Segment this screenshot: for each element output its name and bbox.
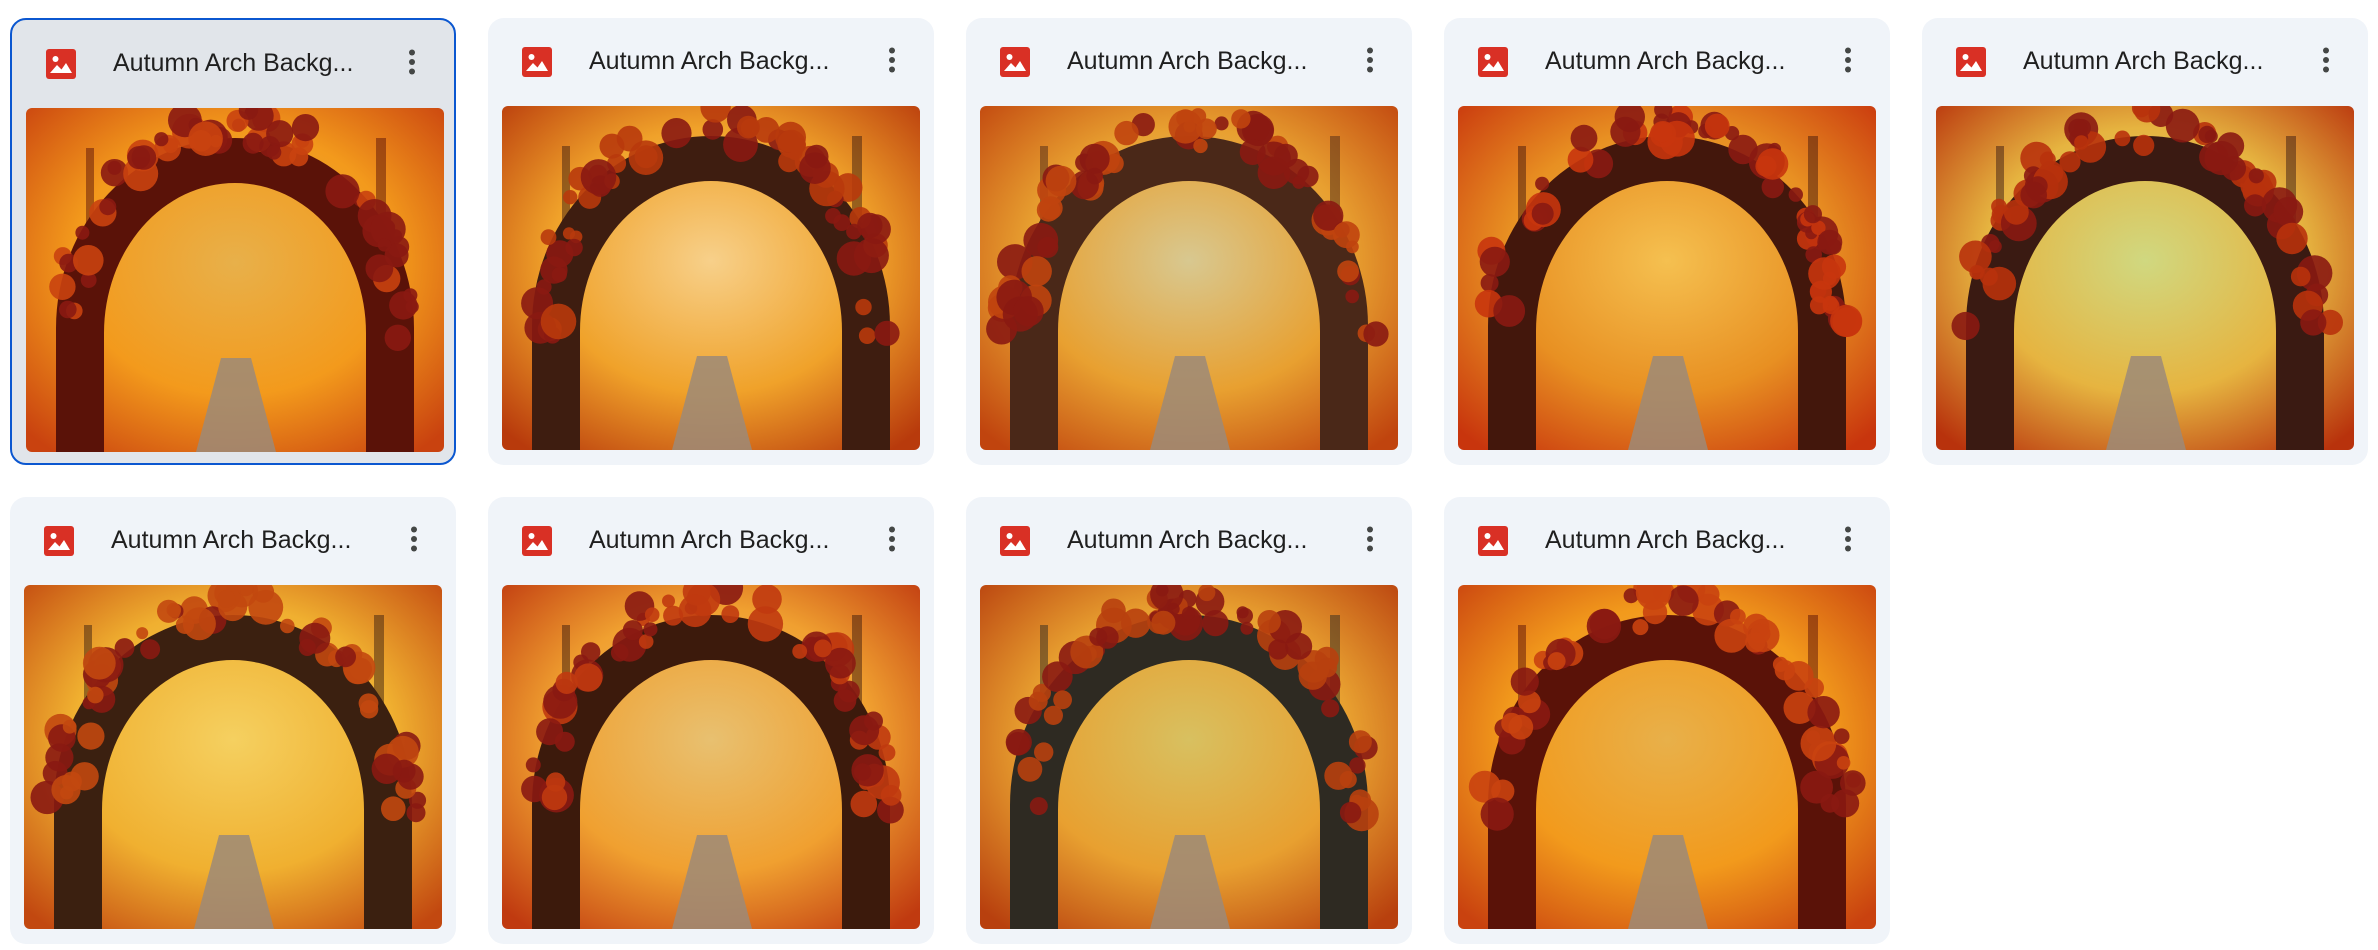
more-actions-button[interactable] xyxy=(1826,517,1870,561)
file-thumbnail[interactable] xyxy=(502,585,920,929)
image-file-icon xyxy=(1478,47,1508,77)
file-title: Autumn Arch Backg... xyxy=(589,526,830,554)
file-card-header[interactable]: Autumn Arch Backg... xyxy=(488,497,934,583)
file-thumbnail[interactable] xyxy=(24,585,442,929)
file-title: Autumn Arch Backg... xyxy=(2023,47,2264,75)
more-vertical-icon xyxy=(1367,47,1373,73)
more-vertical-icon xyxy=(2323,47,2329,73)
more-actions-button[interactable] xyxy=(870,38,914,82)
image-file-icon xyxy=(522,47,552,77)
file-title: Autumn Arch Backg... xyxy=(1067,526,1308,554)
more-actions-button[interactable] xyxy=(392,517,436,561)
file-card-header[interactable]: Autumn Arch Backg... xyxy=(12,20,454,106)
file-thumbnail[interactable] xyxy=(980,585,1398,929)
file-card[interactable]: Autumn Arch Backg... xyxy=(1444,497,1890,944)
file-card[interactable]: Autumn Arch Backg... xyxy=(488,497,934,944)
more-actions-button[interactable] xyxy=(390,40,434,84)
file-card-header[interactable]: Autumn Arch Backg... xyxy=(1444,497,1890,583)
image-file-icon xyxy=(522,526,552,556)
file-title: Autumn Arch Backg... xyxy=(113,49,354,77)
file-card-header[interactable]: Autumn Arch Backg... xyxy=(966,497,1412,583)
more-vertical-icon xyxy=(1845,47,1851,73)
more-actions-button[interactable] xyxy=(1348,517,1392,561)
file-card[interactable]: Autumn Arch Backg... xyxy=(966,18,1412,465)
more-vertical-icon xyxy=(1845,526,1851,552)
file-card-header[interactable]: Autumn Arch Backg... xyxy=(1444,18,1890,104)
file-grid: Autumn Arch Backg... Autumn Arch Backg..… xyxy=(10,18,2378,948)
file-thumbnail[interactable] xyxy=(26,108,444,452)
file-title: Autumn Arch Backg... xyxy=(1067,47,1308,75)
file-title: Autumn Arch Backg... xyxy=(111,526,352,554)
file-title: Autumn Arch Backg... xyxy=(589,47,830,75)
more-actions-button[interactable] xyxy=(870,517,914,561)
more-vertical-icon xyxy=(889,47,895,73)
more-vertical-icon xyxy=(411,526,417,552)
image-file-icon xyxy=(1478,526,1508,556)
more-vertical-icon xyxy=(889,526,895,552)
file-title: Autumn Arch Backg... xyxy=(1545,526,1786,554)
file-card[interactable]: Autumn Arch Backg... xyxy=(1444,18,1890,465)
file-card[interactable]: Autumn Arch Backg... xyxy=(488,18,934,465)
file-card[interactable]: Autumn Arch Backg... xyxy=(10,18,456,465)
image-file-icon xyxy=(1956,47,1986,77)
image-file-icon xyxy=(44,526,74,556)
file-thumbnail[interactable] xyxy=(1458,106,1876,450)
more-vertical-icon xyxy=(1367,526,1373,552)
file-thumbnail[interactable] xyxy=(980,106,1398,450)
file-card-header[interactable]: Autumn Arch Backg... xyxy=(10,497,456,583)
more-vertical-icon xyxy=(409,49,415,75)
more-actions-button[interactable] xyxy=(1826,38,1870,82)
file-card[interactable]: Autumn Arch Backg... xyxy=(966,497,1412,944)
image-file-icon xyxy=(46,49,76,79)
file-card-header[interactable]: Autumn Arch Backg... xyxy=(488,18,934,104)
file-thumbnail[interactable] xyxy=(502,106,920,450)
file-thumbnail[interactable] xyxy=(1936,106,2354,450)
more-actions-button[interactable] xyxy=(2304,38,2348,82)
file-card[interactable]: Autumn Arch Backg... xyxy=(10,497,456,944)
file-card-header[interactable]: Autumn Arch Backg... xyxy=(1922,18,2368,104)
file-title: Autumn Arch Backg... xyxy=(1545,47,1786,75)
image-file-icon xyxy=(1000,47,1030,77)
file-card-header[interactable]: Autumn Arch Backg... xyxy=(966,18,1412,104)
image-file-icon xyxy=(1000,526,1030,556)
more-actions-button[interactable] xyxy=(1348,38,1392,82)
file-thumbnail[interactable] xyxy=(1458,585,1876,929)
file-card[interactable]: Autumn Arch Backg... xyxy=(1922,18,2368,465)
